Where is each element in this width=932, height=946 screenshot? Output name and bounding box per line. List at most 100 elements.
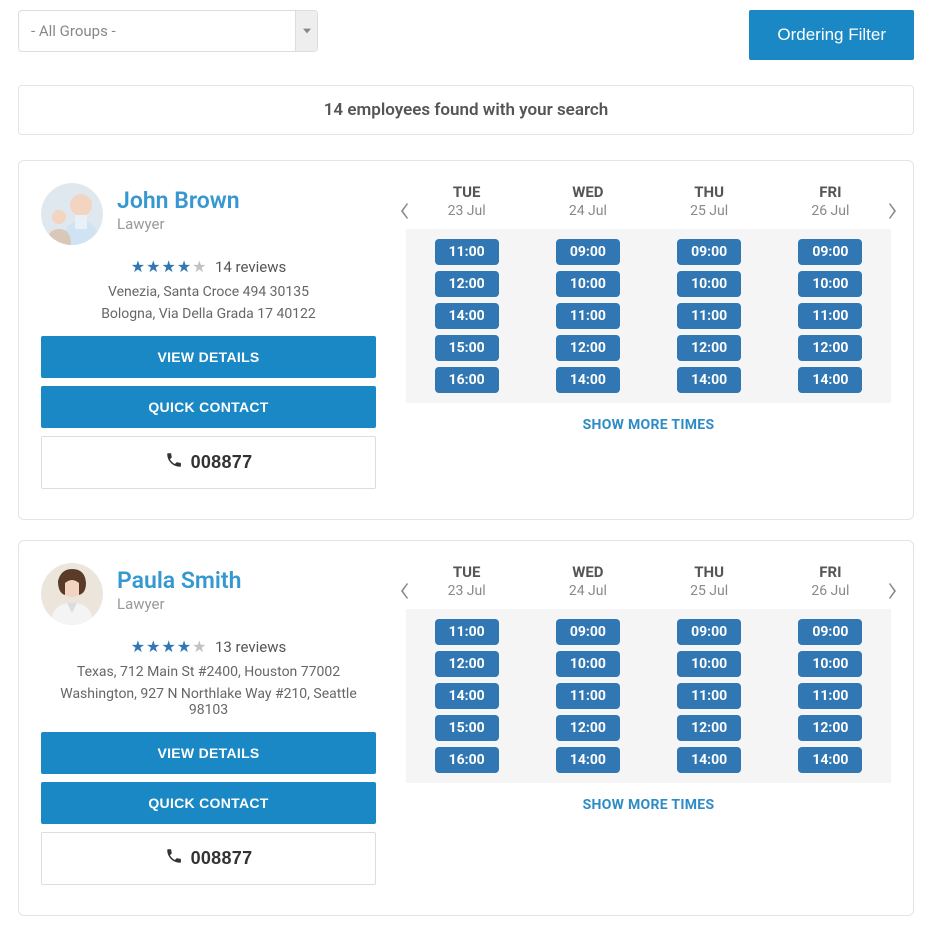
day-name: WED bbox=[527, 563, 648, 581]
time-slot[interactable]: 09:00 bbox=[556, 619, 620, 645]
time-slot[interactable]: 14:00 bbox=[556, 367, 620, 393]
time-slot[interactable]: 11:00 bbox=[677, 683, 741, 709]
day-header: THU25 Jul bbox=[649, 563, 770, 609]
day-header: WED 24 Jul bbox=[527, 183, 648, 229]
employee-card: Paula SmithLawyer ★★★★★ 13 reviews Texas, … bbox=[18, 540, 914, 916]
time-slot[interactable]: 09:00 bbox=[798, 619, 862, 645]
time-slot[interactable]: 10:00 bbox=[677, 271, 741, 297]
rating-row: ★★★★★ 14 reviews bbox=[41, 257, 376, 276]
time-slot[interactable]: 14:00 bbox=[677, 747, 741, 773]
time-slot[interactable]: 10:00 bbox=[677, 651, 741, 677]
time-slot[interactable]: 09:00 bbox=[677, 619, 741, 645]
day-header: TUE 23 Jul bbox=[406, 563, 527, 609]
phone-icon bbox=[165, 451, 183, 474]
phone-button[interactable]: 008877 bbox=[41, 832, 376, 885]
time-slot[interactable]: 15:00 bbox=[435, 335, 499, 361]
group-filter-value: - All Groups - bbox=[19, 22, 295, 40]
time-slot[interactable]: 14:00 bbox=[798, 367, 862, 393]
time-slot[interactable]: 11:00 bbox=[556, 683, 620, 709]
employee-name[interactable]: Paula Smith bbox=[117, 567, 241, 594]
day-header: FRI26 Jul bbox=[770, 183, 891, 229]
time-slot[interactable]: 14:00 bbox=[798, 747, 862, 773]
day-date: 25 Jul bbox=[649, 203, 770, 219]
phone-icon bbox=[165, 847, 183, 870]
view-details-button[interactable]: VIEW DETAILS bbox=[41, 336, 376, 378]
rating-row: ★★★★★ 13 reviews bbox=[41, 637, 376, 656]
employee-location: Texas, 712 Main St #2400, Houston 77002 bbox=[41, 664, 376, 680]
time-slot[interactable]: 09:00 bbox=[798, 239, 862, 265]
time-slot[interactable]: 16:00 bbox=[435, 747, 499, 773]
next-dates-button[interactable] bbox=[883, 581, 903, 601]
time-slot[interactable]: 14:00 bbox=[435, 683, 499, 709]
employee-role: Lawyer bbox=[117, 595, 241, 613]
day-date: 24 Jul bbox=[527, 203, 648, 219]
show-more-times-button[interactable]: SHOW MORE TIMES bbox=[406, 783, 891, 815]
time-slot[interactable]: 10:00 bbox=[556, 651, 620, 677]
day-name: WED bbox=[527, 183, 648, 201]
avatar bbox=[41, 183, 103, 245]
day-header: THU 25 Jul bbox=[649, 183, 770, 229]
chevron-down-icon bbox=[295, 11, 317, 51]
time-slot[interactable]: 14:00 bbox=[677, 367, 741, 393]
star-icon: ★ bbox=[177, 637, 192, 656]
time-slot[interactable]: 12:00 bbox=[798, 715, 862, 741]
time-slot[interactable]: 10:00 bbox=[798, 651, 862, 677]
employee-role: Lawyer bbox=[117, 215, 240, 233]
time-slot[interactable]: 15:00 bbox=[435, 715, 499, 741]
time-slot[interactable]: 16:00 bbox=[435, 367, 499, 393]
phone-number: 008877 bbox=[191, 452, 253, 473]
day-name: FRI bbox=[770, 563, 891, 581]
employee-card: John BrownLawyer★★★★★ 14 reviewsVenezia,… bbox=[18, 160, 914, 520]
group-filter-select[interactable]: - All Groups - bbox=[18, 10, 318, 52]
time-slot[interactable]: 10:00 bbox=[556, 271, 620, 297]
day-header: WED 24 Jul bbox=[527, 563, 648, 609]
time-slot[interactable]: 12:00 bbox=[677, 715, 741, 741]
star-icon: ★ bbox=[146, 637, 161, 656]
day-date: 24 Jul bbox=[527, 583, 648, 599]
slots-grid: 11:00 12:00 14:00 15:00 16:00 09:00 10:00 11:00… bbox=[406, 609, 891, 783]
time-slot[interactable]: 11:00 bbox=[556, 303, 620, 329]
star-icon: ★ bbox=[192, 637, 207, 656]
prev-dates-button[interactable] bbox=[394, 201, 414, 221]
time-slot[interactable]: 12:00 bbox=[435, 271, 499, 297]
day-date: 23 Jul bbox=[406, 583, 527, 599]
time-slot[interactable]: 11:00 bbox=[798, 303, 862, 329]
time-slot[interactable]: 11:00 bbox=[677, 303, 741, 329]
time-slot[interactable]: 12:00 bbox=[435, 651, 499, 677]
day-name: THU bbox=[649, 183, 770, 201]
time-slot[interactable]: 12:00 bbox=[798, 335, 862, 361]
star-icon: ★ bbox=[177, 257, 192, 276]
day-date: 25 Jul bbox=[649, 583, 770, 599]
view-details-button[interactable]: VIEW DETAILS bbox=[41, 732, 376, 774]
results-count-bar: 14 employees found with your search bbox=[18, 85, 914, 135]
employee-location: Washington, 927 N Northlake Way #210, Se… bbox=[41, 686, 376, 718]
employee-location: Bologna, Via Della Grada 17 40122 bbox=[41, 306, 376, 322]
quick-contact-button[interactable]: QUICK CONTACT bbox=[41, 386, 376, 428]
employee-name[interactable]: John Brown bbox=[117, 187, 240, 214]
time-slot[interactable]: 14:00 bbox=[435, 303, 499, 329]
star-icon: ★ bbox=[146, 257, 161, 276]
time-slot[interactable]: 11:00 bbox=[435, 619, 499, 645]
day-name: TUE bbox=[406, 563, 527, 581]
reviews-count: 13 reviews bbox=[215, 638, 286, 656]
time-slot[interactable]: 14:00 bbox=[556, 747, 620, 773]
time-slot[interactable]: 12:00 bbox=[556, 715, 620, 741]
time-slot[interactable]: 09:00 bbox=[677, 239, 741, 265]
time-slot[interactable]: 12:00 bbox=[677, 335, 741, 361]
prev-dates-button[interactable] bbox=[394, 581, 414, 601]
day-date: 26 Jul bbox=[770, 583, 891, 599]
time-slot[interactable]: 11:00 bbox=[798, 683, 862, 709]
star-icon: ★ bbox=[192, 257, 207, 276]
phone-button[interactable]: 008877 bbox=[41, 436, 376, 489]
time-slot[interactable]: 12:00 bbox=[556, 335, 620, 361]
time-slot[interactable]: 09:00 bbox=[556, 239, 620, 265]
ordering-filter-button[interactable]: Ordering Filter bbox=[749, 10, 914, 60]
time-slot[interactable]: 11:00 bbox=[435, 239, 499, 265]
time-slot[interactable]: 10:00 bbox=[798, 271, 862, 297]
quick-contact-button[interactable]: QUICK CONTACT bbox=[41, 782, 376, 824]
day-date: 23 Jul bbox=[406, 203, 527, 219]
show-more-times-button[interactable]: SHOW MORE TIMES bbox=[406, 403, 891, 435]
next-dates-button[interactable] bbox=[883, 201, 903, 221]
avatar bbox=[41, 563, 103, 625]
day-name: TUE bbox=[406, 183, 527, 201]
